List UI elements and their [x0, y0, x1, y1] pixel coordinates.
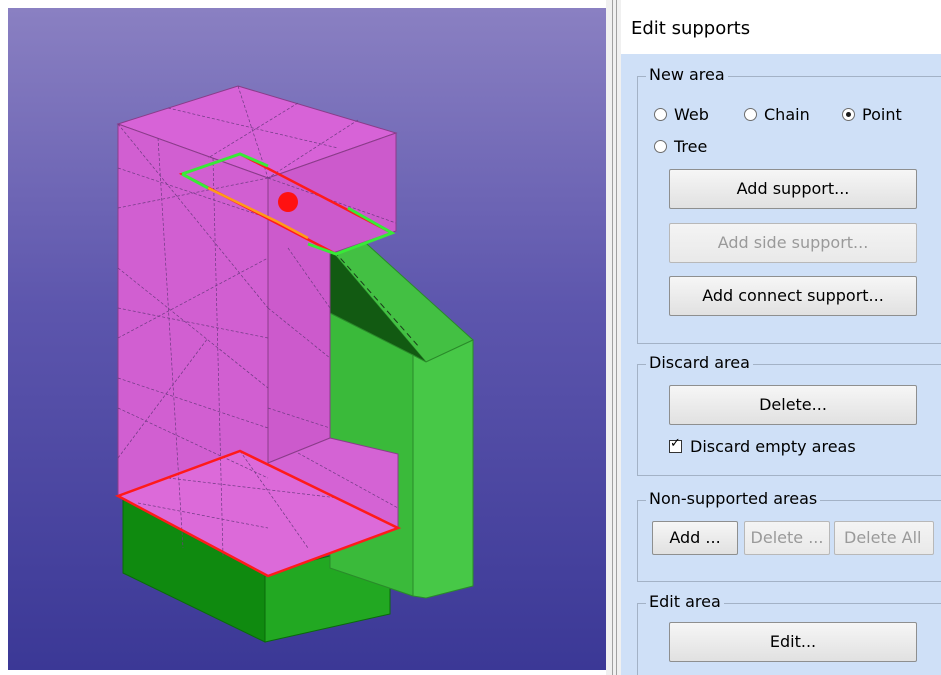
discard-area-group: Discard area Delete... ✓ Discard empty ar… — [637, 352, 941, 476]
edit-area-legend: Edit area — [646, 591, 724, 613]
discard-empty-checkbox-box[interactable]: ✓ — [669, 436, 682, 453]
non-supported-add-button[interactable]: Add ... — [652, 521, 738, 555]
discard-empty-areas-checkbox[interactable]: ✓ Discard empty areas — [669, 436, 856, 457]
edit-supports-panel: Edit supports New area Web Chain Point T… — [621, 0, 941, 675]
non-supported-legend: Non-supported areas — [646, 488, 821, 510]
radio-web[interactable]: Web — [654, 105, 709, 125]
radio-chain-label: Chain — [764, 105, 810, 124]
non-supported-areas-group: Non-supported areas Add ... Delete ... D… — [637, 488, 941, 582]
radio-tree-indicator[interactable] — [654, 140, 667, 153]
radio-point[interactable]: Point — [842, 105, 902, 125]
radio-web-indicator[interactable] — [654, 108, 667, 121]
beam-support-right-face — [412, 339, 474, 599]
radio-web-label: Web — [674, 105, 709, 124]
delete-area-button[interactable]: Delete... — [669, 385, 917, 425]
checkmark-icon: ✓ — [670, 436, 681, 451]
discard-empty-label: Discard empty areas — [690, 437, 856, 456]
point-support-marker[interactable] — [278, 192, 298, 212]
non-supported-delete-all-button[interactable]: Delete All — [834, 521, 934, 555]
new-area-group: New area Web Chain Point Tree Add suppor… — [637, 64, 941, 344]
add-connect-support-button[interactable]: Add connect support... — [669, 276, 917, 316]
edit-area-group: Edit area Edit... — [637, 591, 941, 675]
model-scene[interactable] — [8, 8, 606, 670]
new-area-legend: New area — [646, 64, 728, 86]
add-side-support-button[interactable]: Add side support... — [669, 223, 917, 263]
radio-tree-label: Tree — [674, 137, 708, 156]
radio-tree[interactable]: Tree — [654, 137, 707, 157]
add-support-button[interactable]: Add support... — [669, 169, 917, 209]
discard-area-legend: Discard area — [646, 352, 753, 374]
edit-area-button[interactable]: Edit... — [669, 622, 917, 662]
radio-chain-indicator[interactable] — [744, 108, 757, 121]
3d-viewport[interactable] — [8, 8, 606, 670]
non-supported-delete-button[interactable]: Delete ... — [744, 521, 830, 555]
radio-point-label: Point — [862, 105, 902, 124]
panel-splitter[interactable] — [606, 0, 621, 675]
panel-title: Edit supports — [621, 0, 941, 54]
radio-point-indicator[interactable] — [842, 108, 855, 121]
radio-chain[interactable]: Chain — [744, 105, 810, 125]
